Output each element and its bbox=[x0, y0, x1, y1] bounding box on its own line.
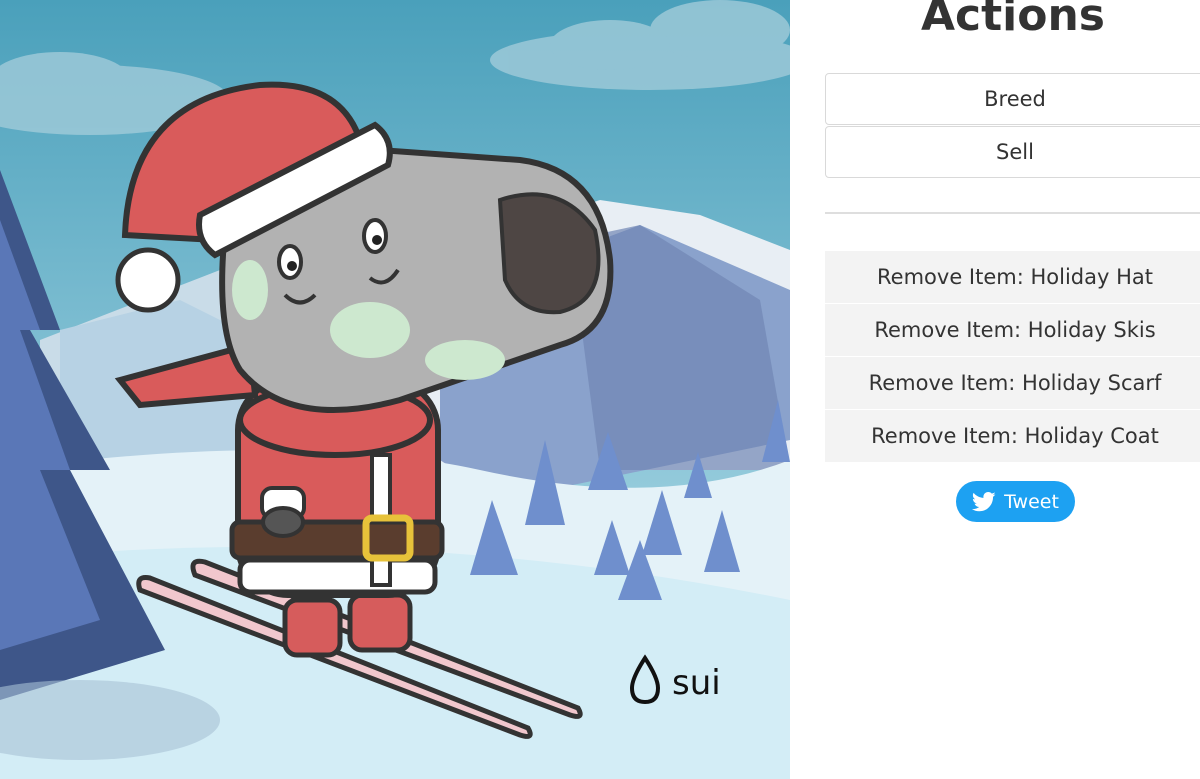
capybara-artwork: sui bbox=[0, 0, 790, 779]
remove-item-list: Remove Item: Holiday Hat Remove Item: Ho… bbox=[825, 251, 1200, 463]
breed-button[interactable]: Breed bbox=[825, 73, 1200, 125]
sell-button[interactable]: Sell bbox=[825, 126, 1200, 178]
divider bbox=[825, 212, 1200, 214]
tweet-button[interactable]: Tweet bbox=[956, 481, 1075, 522]
remove-item-holiday-coat[interactable]: Remove Item: Holiday Coat bbox=[825, 410, 1200, 463]
tweet-label: Tweet bbox=[1004, 490, 1059, 513]
actions-title: Actions bbox=[921, 0, 1105, 41]
sui-watermark: sui bbox=[672, 663, 721, 703]
remove-item-holiday-hat[interactable]: Remove Item: Holiday Hat bbox=[825, 251, 1200, 304]
twitter-bird-icon bbox=[972, 491, 996, 512]
remove-item-holiday-skis[interactable]: Remove Item: Holiday Skis bbox=[825, 304, 1200, 357]
remove-item-holiday-scarf[interactable]: Remove Item: Holiday Scarf bbox=[825, 357, 1200, 410]
